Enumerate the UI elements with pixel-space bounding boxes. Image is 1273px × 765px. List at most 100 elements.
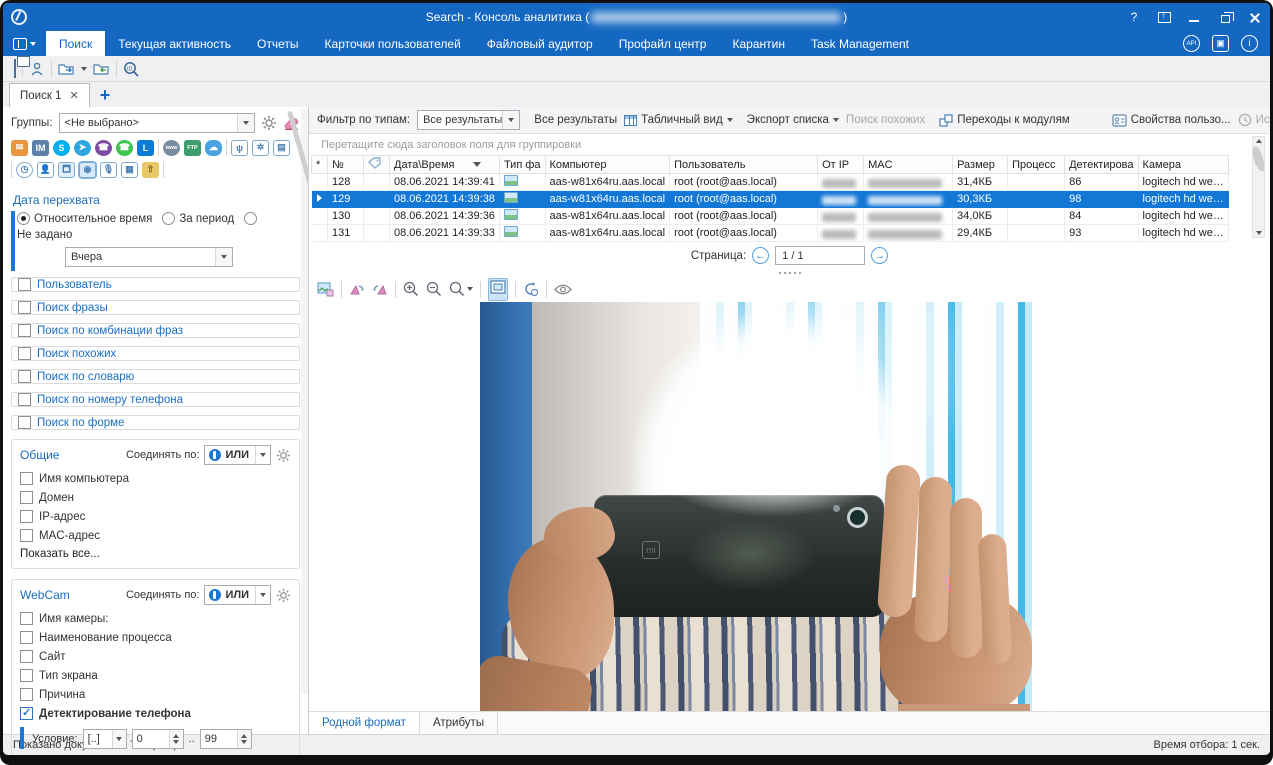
- package-icon[interactable]: ▣: [1212, 35, 1229, 52]
- col-tag[interactable]: [364, 156, 390, 174]
- checkbox[interactable]: [20, 491, 33, 504]
- tab-profile-center[interactable]: Профайл центр: [606, 31, 720, 56]
- tab-attributes[interactable]: Атрибуты: [420, 712, 498, 734]
- cloud-icon[interactable]: ☁: [205, 140, 222, 156]
- rotate-left-icon[interactable]: [349, 282, 365, 296]
- checkbox[interactable]: [20, 688, 33, 701]
- chevron-down-icon[interactable]: [81, 67, 87, 71]
- webcam-icon[interactable]: ◉: [79, 162, 96, 178]
- folder-transfer-icon[interactable]: ⇧: [142, 162, 159, 178]
- webcam-camera-name[interactable]: Имя камеры:: [20, 609, 291, 628]
- filter-phrase-combo[interactable]: Поиск по комбинации фраз: [11, 323, 300, 338]
- whatsapp-icon[interactable]: ☎: [116, 140, 133, 156]
- col-marker[interactable]: *: [312, 156, 328, 174]
- application-menu-button[interactable]: [3, 31, 46, 56]
- condition-operator-select[interactable]: [..]: [83, 729, 127, 749]
- webcam-screen-type[interactable]: Тип экрана: [20, 666, 291, 685]
- checkbox[interactable]: [18, 278, 31, 291]
- filter-dictionary[interactable]: Поиск по словарю: [11, 369, 300, 384]
- tab-quarantine[interactable]: Карантин: [719, 31, 797, 56]
- common-domain[interactable]: Домен: [20, 488, 291, 507]
- mail-icon[interactable]: ✉: [11, 140, 28, 156]
- prev-page-button[interactable]: ←: [752, 247, 769, 264]
- gear-icon[interactable]: [276, 448, 291, 463]
- filter-similar[interactable]: Поиск похожих: [11, 346, 300, 361]
- col-datetime[interactable]: Дата\Время: [390, 156, 500, 174]
- add-tab-button[interactable]: +: [90, 83, 121, 107]
- col-computer[interactable]: Компьютер: [545, 156, 670, 174]
- tab-current-activity[interactable]: Текущая активность: [105, 31, 244, 56]
- splitter-handle[interactable]: [309, 269, 1270, 276]
- help-button[interactable]: ?: [1126, 9, 1142, 25]
- col-num[interactable]: №: [328, 156, 364, 174]
- export-search-folder-icon[interactable]: [58, 61, 75, 76]
- gear-icon[interactable]: [261, 115, 277, 131]
- checkbox[interactable]: [20, 472, 33, 485]
- common-computer-name[interactable]: Имя компьютера: [20, 469, 291, 488]
- zoom-level-button[interactable]: [449, 281, 473, 297]
- table-row-selected[interactable]: 129 08.06.2021 14:39:38 aas-w81x64ru.aas…: [312, 191, 1229, 208]
- col-size[interactable]: Размер: [953, 156, 1008, 174]
- export-list-button[interactable]: Экспорт списка: [747, 114, 839, 126]
- radio-period[interactable]: [162, 212, 175, 225]
- condition-from-input[interactable]: 0: [132, 729, 184, 749]
- filter-phone-number[interactable]: Поиск по номеру телефона: [11, 392, 300, 407]
- user-activity-icon[interactable]: 👤: [37, 162, 54, 178]
- tab-native-format[interactable]: Родной формат: [309, 712, 420, 734]
- im-icon[interactable]: IM: [32, 140, 49, 156]
- col-detect[interactable]: Детектирова: [1065, 156, 1138, 174]
- webcam-site[interactable]: Сайт: [20, 647, 291, 666]
- pin-window-button[interactable]: [1156, 9, 1172, 25]
- page-input[interactable]: 1 / 1: [775, 246, 865, 265]
- keyboard-audit-icon[interactable]: ▦: [121, 162, 138, 178]
- webcam-join-select[interactable]: ИЛИ: [204, 585, 271, 605]
- next-page-button[interactable]: →: [871, 247, 888, 264]
- spinner[interactable]: [169, 730, 183, 748]
- minimize-button[interactable]: [1186, 9, 1202, 25]
- info-icon[interactable]: i: [1241, 35, 1258, 52]
- relative-period-select[interactable]: Вчера: [65, 247, 233, 267]
- rotate-right-icon[interactable]: [372, 282, 388, 296]
- http-icon[interactable]: www: [163, 140, 180, 156]
- user-search-icon[interactable]: [29, 61, 45, 77]
- user-properties-button[interactable]: Свойства пользо...: [1112, 114, 1231, 127]
- table-row[interactable]: 130 08.06.2021 14:39:36 aas-w81x64ru.aas…: [312, 208, 1229, 225]
- monitor-icon[interactable]: 🗖: [58, 162, 75, 178]
- checkbox[interactable]: [20, 529, 33, 542]
- zoom-in-icon[interactable]: [403, 281, 419, 297]
- save-image-icon[interactable]: [317, 282, 334, 297]
- radio-not-set[interactable]: [244, 212, 257, 225]
- checkbox[interactable]: [20, 612, 33, 625]
- skype-icon[interactable]: S: [53, 140, 70, 156]
- search-similar-button[interactable]: Поиск похожих: [846, 114, 925, 126]
- webcam-reason[interactable]: Причина: [20, 685, 291, 704]
- checkbox[interactable]: [20, 669, 33, 682]
- common-mac-address[interactable]: MAC-адрес: [20, 526, 291, 545]
- table-row[interactable]: 128 08.06.2021 14:39:41 aas-w81x64ru.aas…: [312, 174, 1229, 191]
- checkbox-checked[interactable]: [20, 707, 33, 720]
- common-join-select[interactable]: ИЛИ: [204, 445, 271, 465]
- checkbox[interactable]: [18, 393, 31, 406]
- common-ip-address[interactable]: IP-адрес: [20, 507, 291, 526]
- groups-select[interactable]: <Не выбрано>: [59, 113, 255, 133]
- search-tab-1[interactable]: Поиск 1 ✕: [9, 83, 90, 107]
- condition-to-input[interactable]: 99: [200, 729, 252, 749]
- col-camera[interactable]: Камера: [1138, 156, 1228, 174]
- checkbox[interactable]: [20, 631, 33, 644]
- close-button[interactable]: [1246, 9, 1262, 25]
- spinner[interactable]: [237, 730, 251, 748]
- table-row[interactable]: 131 08.06.2021 14:39:33 aas-w81x64ru.aas…: [312, 225, 1229, 242]
- close-tab-icon[interactable]: ✕: [69, 89, 78, 102]
- correspondence-history-button[interactable]: История переписки: [1238, 113, 1270, 127]
- telegram-icon[interactable]: ➤: [74, 140, 91, 156]
- scroll-down-icon[interactable]: [1256, 231, 1262, 235]
- tab-search[interactable]: Поиск: [46, 31, 105, 56]
- printer-icon[interactable]: ▤: [273, 140, 290, 156]
- cascade-windows-button[interactable]: [11, 60, 16, 78]
- lync-icon[interactable]: L: [137, 140, 154, 156]
- checkbox[interactable]: [18, 347, 31, 360]
- filter-phrase[interactable]: Поиск фразы: [11, 300, 300, 315]
- checkbox[interactable]: [18, 324, 31, 337]
- tab-reports[interactable]: Отчеты: [244, 31, 311, 56]
- webcam-phone-detection[interactable]: Детектирование телефона: [20, 704, 291, 723]
